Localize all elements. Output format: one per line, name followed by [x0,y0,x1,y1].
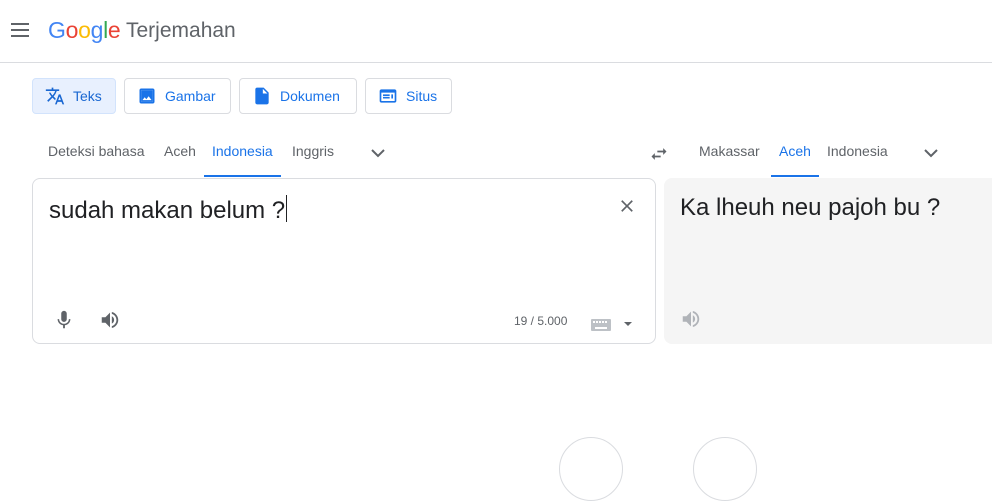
image-icon [139,88,155,104]
source-lang-inggris[interactable]: Inggris [292,143,334,177]
keyboard-icon[interactable] [591,318,611,332]
source-lang-indonesia[interactable]: Indonesia [204,143,281,177]
target-lang-aceh[interactable]: Aceh [771,143,819,177]
mode-label: Situs [406,88,438,104]
menu-icon[interactable] [6,16,34,44]
mode-button-gambar[interactable]: Gambar [124,78,231,114]
source-lang-aceh[interactable]: Aceh [164,143,196,177]
translate-icon [45,87,65,105]
website-icon [379,89,397,103]
app-header: Google Terjemahan [0,0,992,63]
mode-label: Teks [73,88,102,104]
translation-output-area: Ka lheuh neu pajoh bu ? [664,178,992,344]
history-button[interactable] [559,437,623,501]
logo-letter: g [90,17,104,43]
source-text-area[interactable]: sudah makan belum ? 19 / 5.000 [32,178,656,344]
document-icon [255,87,269,105]
swap-languages-icon[interactable] [648,144,670,164]
chevron-down-icon[interactable] [919,141,943,165]
translated-text: Ka lheuh neu pajoh bu ? [680,194,941,221]
saved-button[interactable] [693,437,757,501]
google-logo[interactable]: Google [48,17,121,44]
speaker-icon[interactable] [99,309,121,331]
logo-letter: e [107,17,121,43]
close-icon[interactable] [617,196,637,216]
target-lang-indonesia[interactable]: Indonesia [827,143,888,177]
microphone-icon[interactable] [53,309,75,331]
text-caret [286,195,288,222]
dropdown-arrow-icon[interactable] [623,319,633,329]
mode-button-dokumen[interactable]: Dokumen [239,78,357,114]
source-text[interactable]: sudah makan belum ? [49,195,288,225]
source-text-value: sudah makan belum ? [49,197,286,224]
source-lang-detect[interactable]: Deteksi bahasa [48,143,145,177]
app-name: Terjemahan [126,19,236,42]
mode-button-teks[interactable]: Teks [32,78,116,114]
logo-letter: o [78,17,91,43]
logo-letter: o [65,17,79,43]
target-lang-makassar[interactable]: Makassar [699,143,760,177]
mode-label: Gambar [165,88,216,104]
mode-button-situs[interactable]: Situs [365,78,452,114]
mode-label: Dokumen [280,88,340,104]
chevron-down-icon[interactable] [366,141,390,165]
speaker-icon[interactable] [680,308,702,330]
character-count: 19 / 5.000 [514,314,568,328]
logo-letter: G [48,17,66,43]
